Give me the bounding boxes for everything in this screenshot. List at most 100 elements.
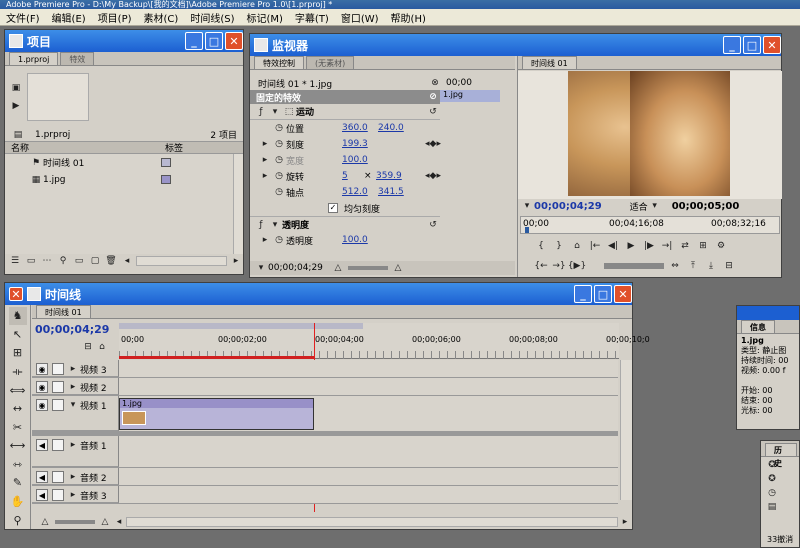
menu-edit[interactable]: 编辑(E) xyxy=(46,10,92,25)
expand-arrow-icon[interactable] xyxy=(258,122,272,134)
effect-property-row[interactable]: ▸ ◷ 宽度 100.0 xyxy=(250,152,440,168)
lock-toggle[interactable] xyxy=(52,381,64,393)
list-view-icon[interactable]: ☰ xyxy=(8,255,22,267)
find-icon[interactable]: ⚲ xyxy=(56,255,70,267)
menu-project[interactable]: 项目(P) xyxy=(92,10,138,25)
track-lane[interactable] xyxy=(119,436,618,467)
reset-icon[interactable]: ↺ xyxy=(426,106,440,118)
expand-arrow-icon[interactable]: ▸ xyxy=(66,471,80,483)
expand-arrow-icon[interactable] xyxy=(258,186,272,198)
collapse-icon[interactable]: ⊘ xyxy=(426,91,440,103)
eye-icon[interactable]: ◉ xyxy=(36,381,48,393)
work-area-bar[interactable] xyxy=(119,323,363,329)
dropdown-icon[interactable]: ▾ xyxy=(520,200,534,212)
marker-icon[interactable]: ⌂ xyxy=(570,240,584,252)
tab-effect-controls[interactable]: 特效控制 xyxy=(254,56,304,69)
zoom-in-icon[interactable]: △ xyxy=(391,262,405,274)
expand-arrow-icon[interactable]: ▸ xyxy=(66,439,80,451)
step-back-icon[interactable]: ◀| xyxy=(606,240,620,252)
property-value-2[interactable]: 341.5 xyxy=(378,187,404,197)
lock-toggle[interactable] xyxy=(52,399,64,411)
trim-icon[interactable]: ⊟ xyxy=(722,260,736,272)
history-item-icon[interactable]: ◷ xyxy=(765,487,779,499)
list-item[interactable]: ▦ 1.jpg xyxy=(5,171,243,188)
list-item[interactable]: ⚑ 时间线 01 xyxy=(5,154,243,171)
zoom-out-icon[interactable]: △ xyxy=(331,262,345,274)
new-item-icon[interactable]: ▢ xyxy=(88,255,102,267)
pen-tool-icon[interactable]: ✎ xyxy=(9,474,27,492)
hand-tool-icon[interactable]: ✋ xyxy=(9,493,27,511)
property-value-1[interactable]: 512.0 xyxy=(342,187,378,197)
speaker-icon[interactable]: ◀ xyxy=(36,471,48,483)
go-prev-edit-icon[interactable]: {← xyxy=(534,260,548,272)
tab-sequence-01[interactable]: 时间线 01 xyxy=(36,305,91,318)
zoom-tool-icon[interactable]: ⚲ xyxy=(9,511,27,529)
scroll-right-icon[interactable]: ▸ xyxy=(618,516,632,528)
close-button[interactable]: ✕ xyxy=(763,36,781,54)
speaker-icon[interactable]: ◀ xyxy=(36,489,48,501)
stopwatch-icon[interactable]: ◷ xyxy=(272,154,286,166)
uniform-scale-checkbox[interactable]: ✓ xyxy=(328,203,338,213)
track-lane[interactable] xyxy=(119,378,618,395)
menu-file[interactable]: 文件(F) xyxy=(0,10,46,25)
maximize-button[interactable]: □ xyxy=(594,285,612,303)
program-ruler[interactable]: 00;00 00;04;16;08 00;08;32;16 xyxy=(520,216,780,234)
close-button[interactable]: ✕ xyxy=(614,285,632,303)
expand-arrow-icon[interactable]: ▸ xyxy=(258,138,272,150)
output-icon[interactable]: ⚙ xyxy=(714,240,728,252)
motion-row[interactable]: ƒ ▾ ⬚ 运动 ↺ xyxy=(250,104,440,120)
lock-toggle[interactable] xyxy=(52,439,64,451)
menu-marker[interactable]: 标记(M) xyxy=(240,10,288,25)
horizontal-scrollbar[interactable] xyxy=(136,256,227,266)
close-button[interactable]: ✕ xyxy=(225,32,243,50)
step-forward-icon[interactable]: |▶ xyxy=(642,240,656,252)
expand-arrow-icon[interactable]: ▸ xyxy=(66,381,80,393)
expand-icon[interactable]: ▾ xyxy=(268,106,282,118)
timeline-ruler[interactable]: 00;00 00;00;02;00 00;00;04;00 00;00;06;00 00… xyxy=(119,323,650,359)
scroll-left-icon[interactable]: ◂ xyxy=(120,255,134,267)
property-value-2[interactable]: 359.9 xyxy=(376,171,402,181)
camera-icon[interactable]: ▣ xyxy=(9,82,23,94)
property-value-2[interactable]: 240.0 xyxy=(378,123,404,133)
maximize-button[interactable]: □ xyxy=(205,32,223,50)
effect-property-row[interactable]: ▸ ◷ 旋转 5 × 359.9 ◂◆▸ xyxy=(250,168,441,184)
property-value-1[interactable]: 100.0 xyxy=(342,155,378,165)
effect-property-row[interactable]: ◷ 轴点 512.0 341.5 xyxy=(250,184,440,200)
menu-window[interactable]: 窗口(W) xyxy=(335,10,385,25)
opacity-row[interactable]: ƒ ▾ 透明度 ↺ xyxy=(250,216,440,232)
track-lane[interactable] xyxy=(119,360,618,377)
scroll-right-icon[interactable]: ▸ xyxy=(229,255,243,267)
rolling-edit-tool-icon[interactable]: ⟺ xyxy=(9,381,27,399)
tab-info[interactable]: 信息 xyxy=(741,320,775,333)
fx-toggle-icon[interactable]: ƒ xyxy=(254,219,268,231)
automate-icon[interactable]: ⋯ xyxy=(40,255,54,267)
scroll-left-icon[interactable]: ◂ xyxy=(112,516,126,528)
keyframe-nav-icon[interactable]: ◂◆▸ xyxy=(425,170,441,182)
go-to-out-icon[interactable]: →| xyxy=(660,240,674,252)
slip-tool-icon[interactable]: ⟷ xyxy=(9,437,27,455)
effect-property-row[interactable]: ▸ ◷ 刻度 199.3 ◂◆▸ xyxy=(250,136,441,152)
jog-icon[interactable]: ⇔ xyxy=(668,260,682,272)
property-value-1[interactable]: 199.3 xyxy=(342,139,378,149)
property-value-1[interactable]: 360.0 xyxy=(342,123,378,133)
slide-tool-icon[interactable]: ⇿ xyxy=(9,456,27,474)
lift-icon[interactable]: ⤒ xyxy=(686,260,700,272)
stopwatch-icon[interactable]: ◷ xyxy=(272,122,286,134)
stopwatch-icon[interactable]: ◷ xyxy=(272,186,286,198)
eye-icon[interactable]: ◉ xyxy=(36,363,48,375)
minimize-button[interactable]: _ xyxy=(723,36,741,54)
zoom-out-icon[interactable]: △ xyxy=(38,516,52,528)
zoom-slider[interactable] xyxy=(55,520,95,524)
col-name[interactable]: 名称 xyxy=(11,141,165,154)
extract-icon[interactable]: ⤓ xyxy=(704,260,718,272)
track-select-tool-icon[interactable]: ⊞ xyxy=(9,344,27,362)
snap-icon[interactable]: ⊟ xyxy=(81,341,95,353)
ripple-edit-tool-icon[interactable]: ⟛ xyxy=(9,363,27,381)
expand-arrow-icon[interactable]: ▾ xyxy=(66,399,80,411)
lock-toggle[interactable] xyxy=(52,489,64,501)
show-timeline-icon[interactable]: ⊗ xyxy=(428,77,442,89)
play-icon[interactable]: ▶ xyxy=(9,100,23,112)
play-icon[interactable]: ▶ xyxy=(624,240,638,252)
lock-toggle[interactable] xyxy=(52,363,64,375)
eye-icon[interactable]: ◉ xyxy=(36,399,48,411)
